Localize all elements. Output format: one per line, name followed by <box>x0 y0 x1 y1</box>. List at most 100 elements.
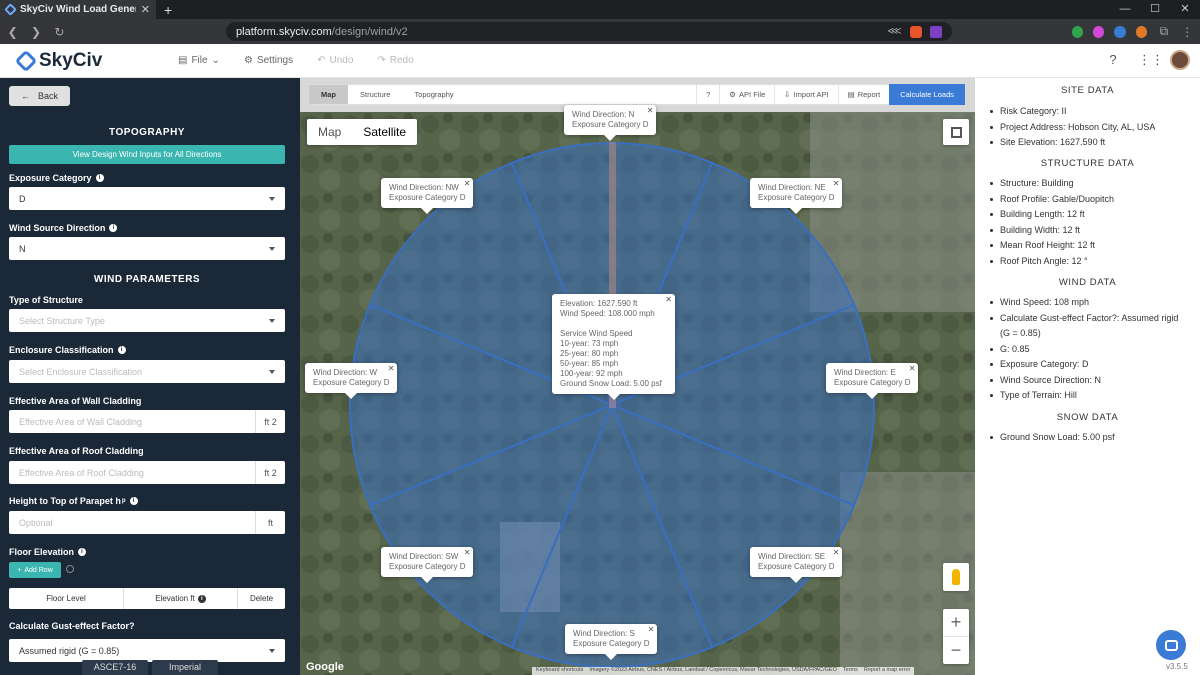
settings-menu-label: Settings <box>256 55 294 66</box>
share-icon[interactable]: ⋘ <box>887 26 901 37</box>
minimize-icon[interactable]: — <box>1110 0 1140 19</box>
close-icon[interactable]: ✕ <box>909 364 916 374</box>
gust-effect-select[interactable]: Assumed rigid (G = 0.85) <box>9 639 285 662</box>
close-icon[interactable]: ✕ <box>464 548 471 558</box>
list-item: Type of Terrain: Hill <box>990 388 1190 404</box>
map-type-control: Map Satellite <box>307 119 418 145</box>
info-icon[interactable]: i <box>117 346 126 354</box>
imagery-credit: Imagery ©2023 Airbus, CNES / Airbus, Lan… <box>589 667 837 673</box>
roof-cladding-input[interactable]: Effective Area of Roof Cladding ft 2 <box>9 461 285 484</box>
api-file-button[interactable]: ⚙ API File <box>719 85 774 104</box>
apps-grid-icon[interactable]: ⋮⋮ <box>1138 53 1164 67</box>
browser-tab-title: SkyCiv Wind Load Generat <box>20 4 136 15</box>
street-view-pegman[interactable] <box>943 563 969 591</box>
wind-direction-popup-nw: ✕ Wind Direction: NW Exposure Category D <box>381 178 474 214</box>
close-icon[interactable]: ✕ <box>647 106 654 116</box>
terms-link[interactable]: Terms <box>843 667 858 675</box>
map-type-satellite[interactable]: Satellite <box>352 119 417 145</box>
close-icon[interactable]: ✕ <box>665 295 672 305</box>
brave-rewards-icon[interactable] <box>929 25 942 38</box>
zoom-in-button[interactable]: + <box>943 609 969 637</box>
url-field[interactable]: platform.skyciv.com/design/wind/v2 ⋘ <box>226 22 952 41</box>
file-icon: ▤ <box>178 55 188 66</box>
extension-blue-icon[interactable] <box>1114 25 1126 38</box>
map-type-map[interactable]: Map <box>307 119 352 145</box>
close-tab-icon[interactable]: ✕ <box>141 3 150 16</box>
extension-color-icon[interactable] <box>1092 25 1105 38</box>
list-item: Exposure Category: D <box>990 357 1190 373</box>
import-api-button[interactable]: ⇩ Import API <box>774 85 837 104</box>
popup-line: Elevation: 1627.590 ft <box>560 299 638 308</box>
avatar[interactable] <box>1170 50 1190 70</box>
zoom-out-button[interactable]: − <box>943 637 969 664</box>
maximize-icon[interactable]: ☐ <box>1140 0 1170 19</box>
forward-nav-icon[interactable]: ❯ <box>29 25 42 39</box>
close-icon[interactable]: ✕ <box>464 179 471 189</box>
chevron-down-icon: ⌄ <box>211 55 220 66</box>
structure-type-select[interactable]: Select Structure Type <box>9 309 285 332</box>
help-button[interactable]: ? <box>696 85 719 104</box>
document-icon: ▤ <box>847 90 855 99</box>
calculate-loads-button[interactable]: Calculate Loads <box>889 84 965 105</box>
chat-support-button[interactable] <box>1156 630 1186 660</box>
tab-map[interactable]: Map <box>309 85 348 104</box>
skyciv-logo[interactable]: SkyCiv <box>14 49 178 72</box>
redo-button[interactable]: ↷ Redo <box>377 55 413 66</box>
new-tab-icon[interactable]: + <box>164 2 172 18</box>
parapet-height-input[interactable]: Optional ft <box>9 511 285 534</box>
caret-down-icon <box>269 369 275 374</box>
back-button[interactable]: ← Back <box>9 86 70 106</box>
file-menu[interactable]: ▤ File ⌄ <box>178 55 220 66</box>
units-tab[interactable]: Imperial <box>152 660 218 675</box>
tab-topography[interactable]: Topography <box>402 85 465 104</box>
brave-shield-icon[interactable] <box>909 25 922 38</box>
fullscreen-icon <box>950 126 962 138</box>
extension-green-icon[interactable] <box>1071 25 1083 38</box>
gust-effect-label: Calculate Gust-effect Factor? <box>9 621 135 631</box>
keyboard-shortcuts-link[interactable]: Keyboard shortcuts <box>536 667 583 675</box>
close-icon[interactable]: ✕ <box>388 364 395 374</box>
info-icon[interactable]: i <box>129 497 138 505</box>
enclosure-classification-select[interactable]: Select Enclosure Classification <box>9 360 285 383</box>
info-icon[interactable]: i <box>109 224 118 232</box>
design-code-tab[interactable]: ASCE7-16 <box>82 660 148 675</box>
wind-data-list: Wind Speed: 108 mph Calculate Gust-effec… <box>990 295 1190 404</box>
snow-data-title: SNOW DATA <box>1056 412 1119 423</box>
close-icon[interactable]: ✕ <box>833 548 840 558</box>
close-window-icon[interactable]: ✕ <box>1170 0 1200 19</box>
info-icon[interactable]: i <box>78 548 87 556</box>
close-icon[interactable]: ✕ <box>648 625 655 635</box>
skyciv-logo-icon <box>14 49 38 72</box>
popup-line: Exposure Category D <box>389 562 466 571</box>
back-nav-icon[interactable]: ❮ <box>6 25 19 39</box>
floor-elevation-label: Floor Elevation i <box>9 547 87 557</box>
info-icon[interactable] <box>66 565 74 573</box>
menu-dots-icon[interactable]: ⋮ <box>1181 25 1194 39</box>
add-row-button[interactable]: + Add Row <box>9 562 61 578</box>
wind-source-direction-select[interactable]: N <box>9 237 285 260</box>
browser-tab-bar: SkyCiv Wind Load Generat ✕ + — ☐ ✕ <box>0 0 1200 19</box>
extensions-puzzle-icon[interactable]: ⧉ <box>1157 24 1170 39</box>
wind-source-direction-label: Wind Source Direction i <box>9 223 118 233</box>
browser-tab[interactable]: SkyCiv Wind Load Generat ✕ <box>0 0 156 19</box>
info-icon[interactable]: i <box>197 594 206 603</box>
popup-line: 50-year: 85 mph <box>560 359 619 368</box>
reload-icon[interactable]: ↻ <box>53 25 66 39</box>
report-map-error-link[interactable]: Report a map error <box>864 667 910 675</box>
exposure-category-select[interactable]: D <box>9 187 285 210</box>
enclosure-classification-label: Enclosure Classification i <box>9 345 126 355</box>
undo-label: Undo <box>329 55 354 66</box>
back-label: Back <box>37 91 58 101</box>
tab-structure[interactable]: Structure <box>348 85 402 104</box>
fullscreen-button[interactable] <box>943 119 969 145</box>
info-icon[interactable]: i <box>95 174 104 182</box>
extension-fox-icon[interactable] <box>1135 25 1148 38</box>
report-label: Report <box>857 90 881 99</box>
report-button[interactable]: ▤ Report <box>837 85 890 104</box>
undo-button[interactable]: ↶ Undo <box>317 55 353 66</box>
view-design-wind-inputs-button[interactable]: View Design Wind Inputs for All Directio… <box>9 145 285 164</box>
close-icon[interactable]: ✕ <box>833 179 840 189</box>
help-icon[interactable]: ? <box>1106 53 1120 67</box>
settings-menu[interactable]: ⚙ Settings <box>244 55 293 66</box>
wall-cladding-input[interactable]: Effective Area of Wall Cladding ft 2 <box>9 410 285 433</box>
